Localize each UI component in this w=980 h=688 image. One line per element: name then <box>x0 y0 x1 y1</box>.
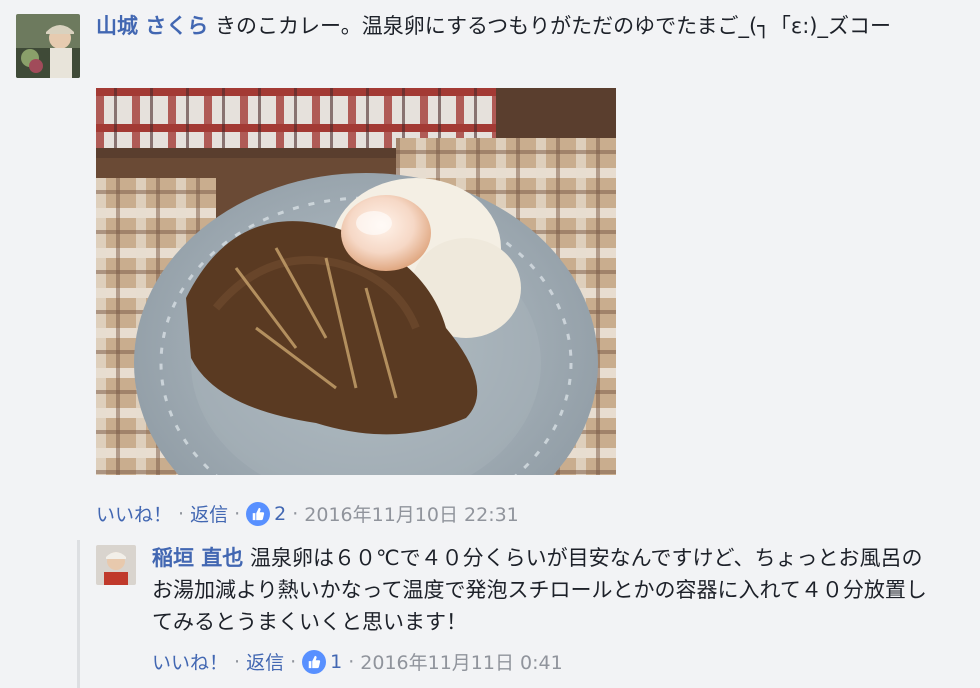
comment-text: きのこカレー。温泉卵にするつもりがただのゆでたまご_(┐「ε:)_ズコー <box>215 14 891 38</box>
thumbs-up-icon <box>246 501 271 526</box>
comment-body: 稲垣 直也 温泉卵は６０℃で４０分くらいが目安なんですけど、ちょっとお風呂のお湯… <box>152 542 932 638</box>
like-count: 1 <box>330 650 343 673</box>
avatar[interactable] <box>96 545 136 585</box>
timestamp[interactable]: 2016年11月11日 0:41 <box>360 648 562 675</box>
separator: · <box>234 650 241 673</box>
thumbs-up-icon <box>302 649 327 674</box>
separator: · <box>178 502 185 525</box>
avatar[interactable] <box>16 14 80 78</box>
like-count-badge[interactable]: 1 <box>302 649 343 674</box>
separator: · <box>348 650 355 673</box>
separator: · <box>292 502 299 525</box>
reply-link[interactable]: 返信 <box>190 500 228 527</box>
comment-actions: いいね！ · 返信 · 2 · 2016年11月10日 22:31 <box>96 500 519 527</box>
comment-author[interactable]: 山城 さくら <box>96 14 208 38</box>
reply-link[interactable]: 返信 <box>246 648 284 675</box>
like-link[interactable]: いいね！ <box>96 500 172 527</box>
like-link[interactable]: いいね！ <box>152 648 228 675</box>
like-count-badge[interactable]: 2 <box>246 501 287 526</box>
comment-actions: いいね！ · 返信 · 1 · 2016年11月11日 0:41 <box>152 648 563 675</box>
like-count: 2 <box>274 502 287 525</box>
attached-photo[interactable] <box>96 88 616 475</box>
comment: 山城 さくら きのこカレー。温泉卵にするつもりがただのゆでたまご_(┐「ε:)_… <box>0 0 980 540</box>
comment-author[interactable]: 稲垣 直也 <box>152 546 243 570</box>
comment-body: 山城 さくら きのこカレー。温泉卵にするつもりがただのゆでたまご_(┐「ε:)_… <box>96 10 956 42</box>
timestamp[interactable]: 2016年11月10日 22:31 <box>304 500 519 527</box>
reply-thread-line <box>77 540 80 688</box>
separator: · <box>290 650 297 673</box>
separator: · <box>234 502 241 525</box>
comment-text: 温泉卵は６０℃で４０分くらいが目安なんですけど、ちょっとお風呂のお湯加減より熱い… <box>152 546 927 634</box>
